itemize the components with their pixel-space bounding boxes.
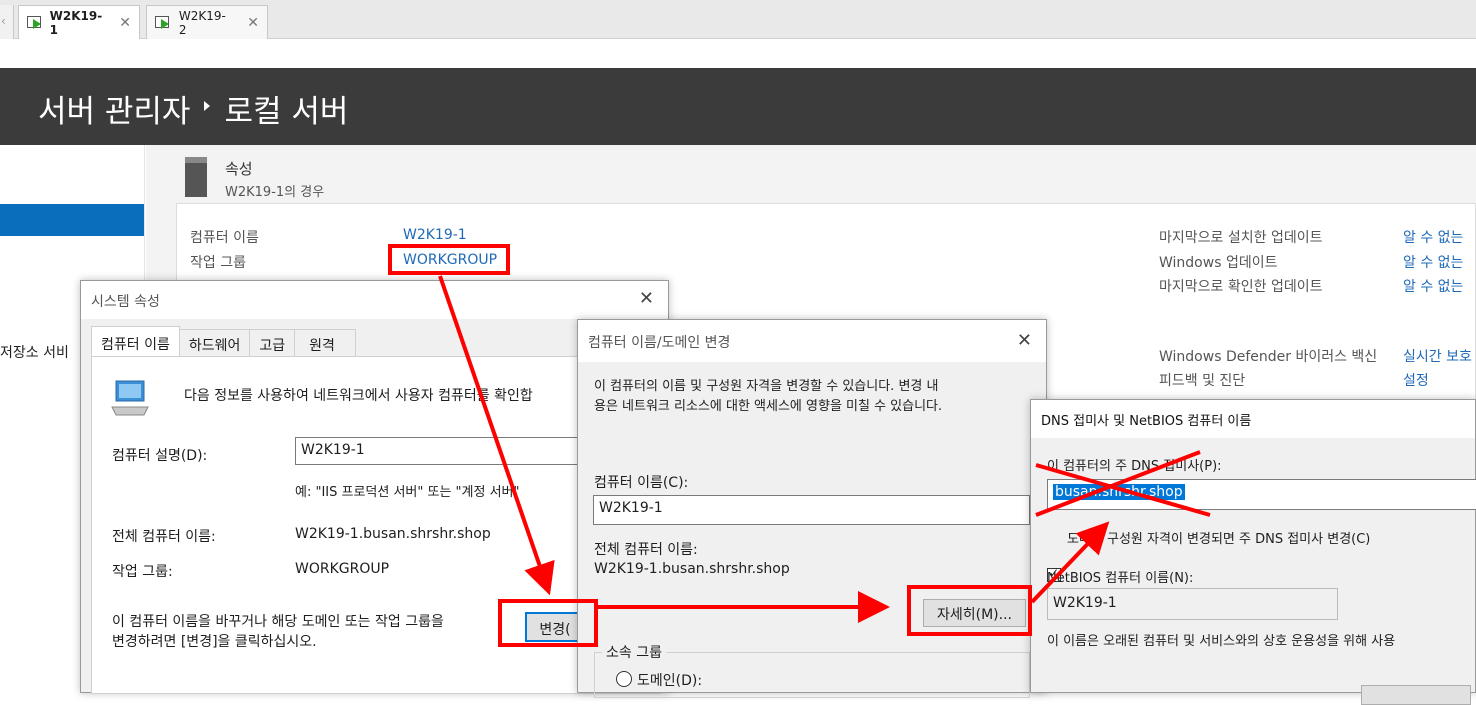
annotation-arrow-1 — [438, 275, 555, 596]
annotation-arrow-3 — [1030, 521, 1110, 604]
annotation-cross-line-1 — [1035, 463, 1211, 517]
annotation-overlay — [438, 275, 1211, 623]
